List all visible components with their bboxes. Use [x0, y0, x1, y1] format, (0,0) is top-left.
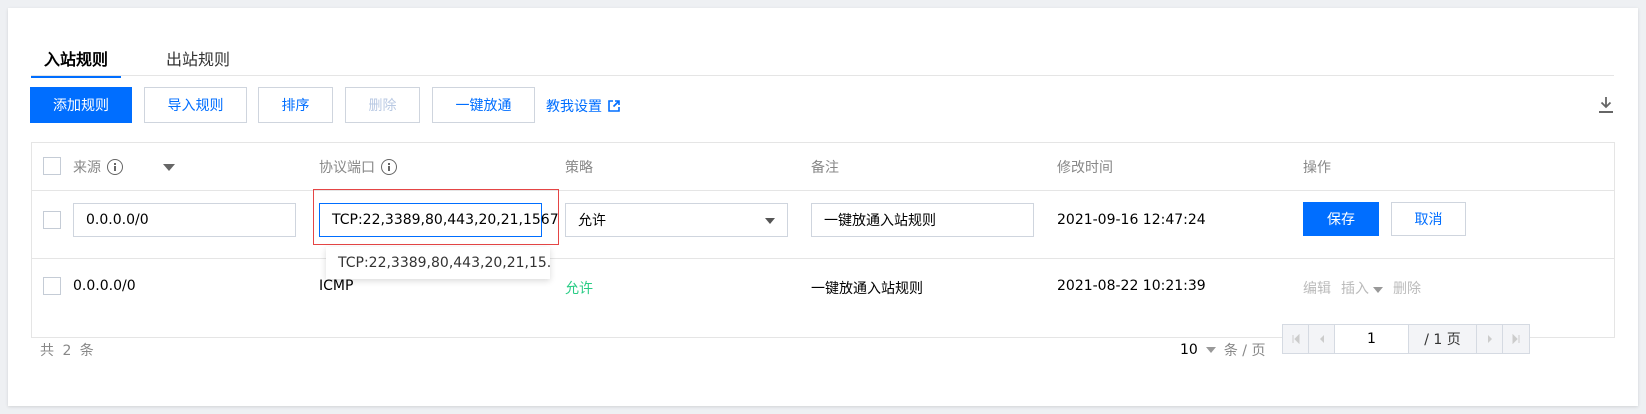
header-port: 协议端口 — [319, 157, 397, 177]
caret-down-icon — [1205, 347, 1216, 353]
insert-button[interactable]: 插入 — [1341, 278, 1383, 298]
first-page-button[interactable] — [1283, 325, 1309, 353]
import-rule-button[interactable]: 导入规则 — [144, 87, 247, 123]
header-modified: 修改时间 — [1057, 160, 1113, 176]
policy-select[interactable]: 允许 — [565, 203, 788, 237]
page-size-select[interactable]: 10 条 / 页 — [1180, 340, 1265, 360]
tab-outbound[interactable]: 出站规则 — [166, 46, 230, 70]
row-actions: 编辑 插入 删除 — [1303, 278, 1421, 298]
sort-button[interactable]: 排序 — [258, 87, 333, 123]
caret-down-icon — [1373, 287, 1383, 293]
open-all-button[interactable]: 一键放通 — [432, 87, 535, 123]
total-pages: / 1 页 — [1409, 325, 1477, 353]
header-policy: 策略 — [565, 160, 593, 176]
page-size-value: 10 — [1180, 342, 1198, 358]
header-source-label: 来源 — [73, 160, 101, 176]
policy-select-value: 允许 — [578, 213, 606, 229]
insert-label: 插入 — [1341, 281, 1369, 297]
total-count: 共 2 条 — [40, 343, 96, 359]
info-icon[interactable] — [107, 159, 123, 175]
header-remark: 备注 — [811, 160, 839, 176]
last-page-button[interactable] — [1503, 325, 1529, 353]
delete-button[interactable]: 删除 — [345, 87, 420, 123]
info-icon[interactable] — [381, 159, 397, 175]
row-checkbox[interactable] — [43, 211, 61, 229]
filter-icon[interactable] — [163, 163, 175, 171]
next-page-icon — [1487, 335, 1492, 343]
policy-cell: 允许 — [565, 281, 593, 297]
delete-row-button[interactable]: 删除 — [1393, 278, 1421, 298]
remark-input[interactable]: 一键放通入站规则 — [811, 203, 1034, 237]
modified-cell: 2021-08-22 10:21:39 — [1057, 278, 1206, 294]
save-button[interactable]: 保存 — [1303, 202, 1379, 236]
remark-cell: 一键放通入站规则 — [811, 281, 923, 297]
port-cell: ICMP — [319, 278, 354, 294]
first-page-icon — [1292, 334, 1299, 344]
guide-link[interactable]: 教我设置 — [546, 96, 620, 116]
pager: 1 / 1 页 — [1282, 324, 1530, 354]
port-input[interactable]: TCP:22,3389,80,443,20,21,1567 — [319, 203, 559, 237]
header-port-label: 协议端口 — [319, 160, 375, 176]
external-link-icon — [608, 100, 620, 112]
prev-page-icon — [1319, 335, 1324, 343]
source-input[interactable]: 0.0.0.0/0 — [73, 203, 296, 237]
security-group-card: 入站规则 出站规则 添加规则 导入规则 排序 删除 一键放通 教我设置 来源 协… — [8, 8, 1638, 406]
header-source: 来源 — [73, 157, 175, 177]
cancel-button[interactable]: 取消 — [1391, 202, 1466, 236]
next-page-button[interactable] — [1477, 325, 1503, 353]
table-row: 0.0.0.0/0 ICMP 允许 一键放通入站规则 2021-08-22 10… — [32, 259, 1614, 323]
row-checkbox[interactable] — [43, 277, 61, 295]
add-rule-button[interactable]: 添加规则 — [30, 87, 132, 123]
guide-link-label: 教我设置 — [546, 99, 602, 115]
modified-time: 2021-09-16 12:47:24 — [1057, 212, 1206, 228]
page-input[interactable]: 1 — [1335, 325, 1409, 353]
rules-table: 来源 协议端口 策略 备注 修改时间 操作 0.0.0.0/0 TCP:22,3… — [31, 142, 1615, 338]
select-all-checkbox[interactable] — [43, 157, 61, 175]
table-header: 来源 协议端口 策略 备注 修改时间 操作 — [32, 143, 1614, 191]
rule-tabs: 入站规则 出站规则 — [30, 40, 1614, 78]
page-size-unit: 条 / 页 — [1223, 343, 1266, 359]
edit-button[interactable]: 编辑 — [1303, 278, 1331, 298]
last-page-icon — [1512, 334, 1520, 344]
prev-page-button[interactable] — [1309, 325, 1335, 353]
header-actions: 操作 — [1303, 160, 1331, 176]
chevron-down-icon — [765, 218, 775, 224]
table-row-editing: 0.0.0.0/0 TCP:22,3389,80,443,20,21,1567 … — [32, 189, 1614, 279]
source-cell: 0.0.0.0/0 — [73, 278, 136, 294]
download-icon[interactable] — [1598, 96, 1614, 114]
tab-inbound[interactable]: 入站规则 — [30, 46, 122, 78]
port-suggestion[interactable]: TCP:22,3389,80,443,20,21,15... — [326, 247, 550, 279]
